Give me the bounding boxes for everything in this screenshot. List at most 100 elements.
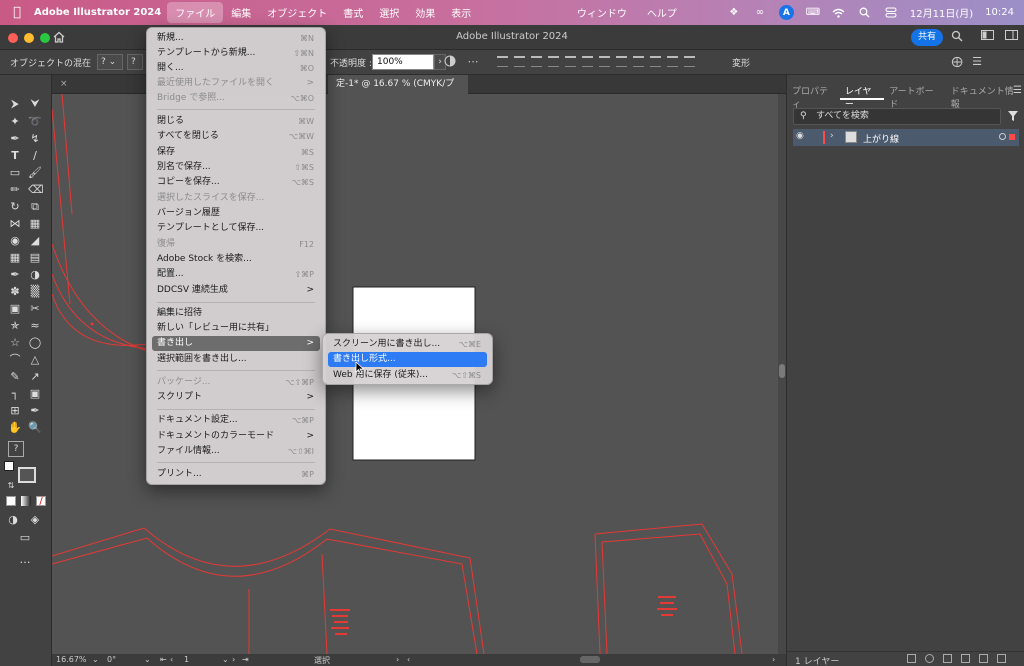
align-top-icon[interactable] xyxy=(548,56,559,67)
menu-item-share-for-review[interactable]: 新しい「レビュー用に共有」 xyxy=(152,321,320,336)
menu-item-place[interactable]: 配置... ⇧⌘P xyxy=(152,267,320,282)
puppet-warp-icon[interactable]: ✯ xyxy=(8,319,22,333)
chevron-right-icon[interactable]: › xyxy=(396,655,399,664)
tab-properties[interactable]: プロパティ xyxy=(787,82,840,110)
draw-normal-icon[interactable]: ◑ xyxy=(6,513,20,527)
menu-window[interactable]: ウィンドウ xyxy=(573,5,631,20)
layer-row[interactable]: ◉ › 上がり線 xyxy=(793,129,1019,146)
distribute-middle-icon[interactable] xyxy=(616,56,627,67)
new-sublayer-icon[interactable] xyxy=(961,654,970,663)
menu-object[interactable]: オブジェクト xyxy=(259,2,335,23)
document-tab-active[interactable]: 定-1* @ 16.67 % (CMYK/プレビュー) xyxy=(328,75,468,108)
menu-item-version-history[interactable]: バージョン履歴 xyxy=(152,206,320,221)
column-graph-icon[interactable]: ▒ xyxy=(28,285,42,299)
chevron-right-icon[interactable]: › xyxy=(772,655,775,664)
filter-icon[interactable] xyxy=(1007,110,1019,122)
magic-wand-icon[interactable]: ✦ xyxy=(8,115,22,129)
account-avatar[interactable]: A xyxy=(778,5,794,20)
measure-tool-icon[interactable]: ┐ xyxy=(8,387,22,401)
control-bar-menu-icon[interactable]: ☰ xyxy=(970,55,984,69)
line-tool-icon[interactable]: ∕ xyxy=(28,149,42,163)
unknown-tool-icon[interactable]: ? xyxy=(8,441,24,457)
align-middle-icon[interactable] xyxy=(565,56,576,67)
menu-item-save-selected-slices[interactable]: 選択したスライスを保存... xyxy=(152,191,320,206)
align-bottom-icon[interactable] xyxy=(582,56,593,67)
menu-view[interactable]: 表示 xyxy=(443,2,479,23)
menu-help[interactable]: ヘルプ xyxy=(643,5,681,20)
menu-item-search-stock[interactable]: Adobe Stock を検索... xyxy=(152,252,320,267)
menu-item-save-copy[interactable]: コピーを保存... ⌥⌘S xyxy=(152,175,320,190)
menu-item-save-for-web[interactable]: Web 用に保存 (従来)... ⌥⇧⌘S xyxy=(328,368,487,383)
visibility-eye-icon[interactable]: ◉ xyxy=(796,131,804,141)
perspective-grid-icon[interactable]: ◢ xyxy=(28,234,42,248)
export-icon[interactable] xyxy=(907,654,916,663)
menu-effect[interactable]: 効果 xyxy=(407,2,443,23)
menu-item-scripts[interactable]: スクリプト > xyxy=(152,390,320,405)
tab-layers[interactable]: レイヤー xyxy=(839,82,885,110)
menu-item-new-from-template[interactable]: テンプレートから新規... ⇧⌘N xyxy=(152,46,320,61)
menu-item-file-info[interactable]: ファイル情報... ⌥⇧⌘I xyxy=(152,444,320,459)
dropbox-icon[interactable]: ❖ xyxy=(727,6,741,20)
creative-cloud-icon[interactable]: ∞ xyxy=(753,6,767,20)
direct-selection-tool-icon[interactable]: ⮟ xyxy=(28,97,42,111)
transform-link[interactable]: 変形 xyxy=(732,56,750,69)
artboard-tool-icon[interactable]: ▣ xyxy=(8,302,22,316)
menu-item-package[interactable]: パッケージ... ⌥⇧⌘P xyxy=(152,375,320,390)
distribute-bottom-icon[interactable] xyxy=(633,56,644,67)
menu-item-open-recent[interactable]: 最近使用したファイルを開く > xyxy=(152,76,320,91)
chevron-down-icon[interactable]: ⌄ xyxy=(144,655,151,664)
eyedropper-icon[interactable]: ✒ xyxy=(8,268,22,282)
warp-tool-icon[interactable]: ≈ xyxy=(28,319,42,333)
align-right-icon[interactable] xyxy=(531,56,542,67)
star-tool-icon[interactable]: ☆ xyxy=(8,336,22,350)
chevron-down-icon[interactable]: ⌄ xyxy=(92,655,99,664)
menu-item-close[interactable]: 閉じる ⌘W xyxy=(152,114,320,129)
fill-swatch[interactable] xyxy=(4,461,14,471)
chevron-down-icon[interactable]: ⌄ xyxy=(222,655,229,664)
swap-fill-stroke-icon[interactable]: ⇅ xyxy=(6,479,16,490)
menu-item-export-as[interactable]: 書き出し形式... xyxy=(328,352,487,367)
zoom-level[interactable]: 16.67% xyxy=(56,655,87,664)
last-artboard-icon[interactable]: ⇥ xyxy=(242,655,249,664)
crop-tool-icon[interactable]: ⊞ xyxy=(8,404,22,418)
menu-item-export-for-screens[interactable]: スクリーン用に書き出し... ⌥⌘E xyxy=(328,337,487,352)
menu-select[interactable]: 選択 xyxy=(371,2,407,23)
blend-tool-icon[interactable]: ◑ xyxy=(28,268,42,282)
new-layer-icon[interactable] xyxy=(979,654,988,663)
tab-artboards[interactable]: アートボード xyxy=(884,82,945,110)
hand-tool-icon[interactable]: ✋ xyxy=(8,421,22,435)
layer-selection-indicator[interactable] xyxy=(1009,134,1015,140)
live-paint-icon[interactable]: ▣ xyxy=(28,387,42,401)
search-icon[interactable] xyxy=(858,6,872,20)
slice-tool-icon[interactable]: ✂ xyxy=(28,302,42,316)
app-name[interactable]: Adobe Illustrator 2024 xyxy=(34,7,161,18)
search-icon[interactable] xyxy=(950,30,964,44)
screen-mode-icon[interactable]: ▭ xyxy=(18,531,32,545)
draw-behind-icon[interactable]: ◈ xyxy=(28,513,42,527)
chevron-left-icon[interactable]: ‹ xyxy=(407,655,410,664)
lasso-icon[interactable]: ➰ xyxy=(28,115,42,129)
knife-tool-icon[interactable]: ↗ xyxy=(28,370,42,384)
selection-tool-icon[interactable]: ⮞ xyxy=(8,97,22,111)
distribute-left-icon[interactable] xyxy=(650,56,661,67)
distribute-right-icon[interactable] xyxy=(684,56,695,67)
graphic-style-dropdown[interactable]: ? ⌄ xyxy=(97,54,123,70)
menu-item-close-all[interactable]: すべてを閉じる ⌥⌘W xyxy=(152,129,320,144)
zoom-tool-icon[interactable]: 🔍 xyxy=(28,421,42,435)
more-tools-icon[interactable]: … xyxy=(18,553,32,567)
layer-target-icon[interactable] xyxy=(999,133,1006,140)
free-transform-icon[interactable]: ▦ xyxy=(28,217,42,231)
share-button[interactable]: 共有 xyxy=(911,29,943,46)
width-tool-icon[interactable]: ⋈ xyxy=(8,217,22,231)
shape-builder-icon[interactable]: ◉ xyxy=(8,234,22,248)
clock-date[interactable]: 12月11日(月) xyxy=(910,5,973,20)
paintbrush-tool-icon[interactable]: 🖌 xyxy=(28,166,42,180)
eraser-tool-icon[interactable]: ⌫ xyxy=(28,183,44,197)
close-icon[interactable]: × xyxy=(60,79,68,89)
menu-item-save[interactable]: 保存 ⌘S xyxy=(152,145,320,160)
stroke-swatch[interactable] xyxy=(18,467,36,483)
symbol-sprayer-icon[interactable]: ✽ xyxy=(8,285,22,299)
gradient-mode-icon[interactable] xyxy=(21,496,31,506)
prev-artboard-icon[interactable]: ‹ xyxy=(170,655,173,664)
rectangle-tool-icon[interactable]: ▭ xyxy=(8,166,22,180)
